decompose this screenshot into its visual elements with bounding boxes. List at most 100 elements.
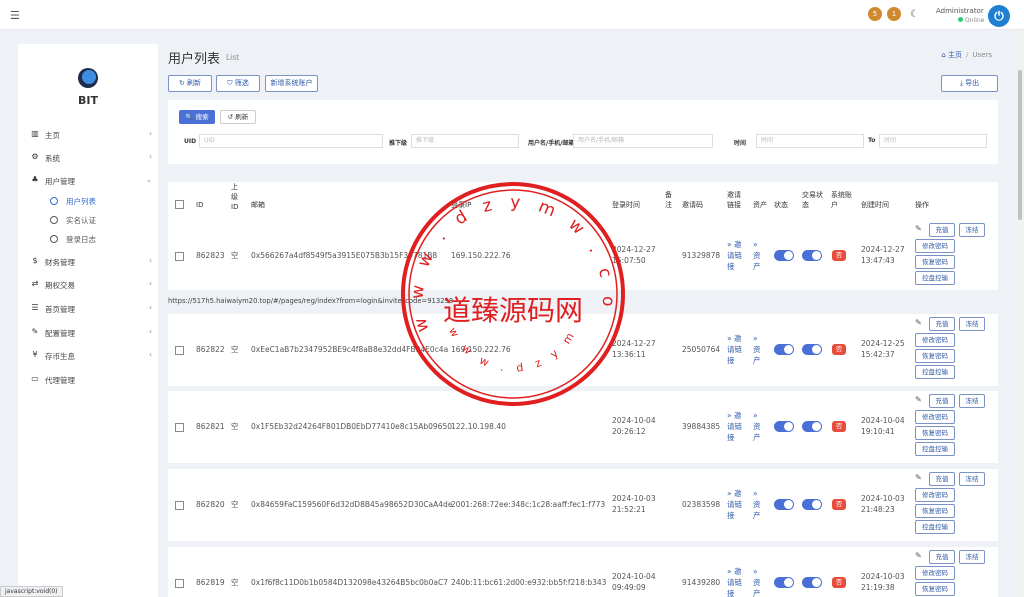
status-toggle[interactable] — [774, 344, 794, 355]
row-checkbox[interactable] — [175, 501, 184, 510]
edit-icon[interactable]: ✎ — [915, 224, 922, 233]
edit-icon[interactable]: ✎ — [915, 473, 922, 482]
time-from-input[interactable]: 时间 — [756, 134, 864, 148]
recharge-button[interactable]: 充值 — [929, 394, 955, 408]
status-toggle[interactable] — [774, 250, 794, 261]
change-password-button[interactable]: 修改密码 — [915, 566, 955, 580]
sidebar-item-users[interactable]: ♣ 用户管理 ⌄ — [30, 174, 154, 190]
col-parent-id: 上级ID — [231, 183, 239, 211]
trade-status-toggle[interactable] — [802, 421, 822, 432]
edit-icon[interactable]: ✎ — [915, 395, 922, 404]
assets-link[interactable]: » 资产 — [753, 410, 763, 443]
sidebar-subitem-user-list[interactable]: 用户列表 — [50, 196, 96, 207]
recharge-button[interactable]: 充值 — [929, 317, 955, 331]
cell-ip: 2001:268:72ee:348c:1c28:aaff:fec1:f773 — [451, 500, 606, 509]
trade-status-toggle[interactable] — [802, 499, 822, 510]
sidebar-item-agent[interactable]: ▭ 代理管理 — [30, 373, 154, 389]
sidebar-subitem-login-log[interactable]: 登录日志 — [50, 234, 96, 245]
select-all-checkbox[interactable] — [175, 200, 184, 209]
row-checkbox[interactable] — [175, 423, 184, 432]
recharge-button[interactable]: 充值 — [929, 472, 955, 486]
assets-link[interactable]: » 资产 — [753, 333, 763, 366]
cell-id: 862821 — [196, 422, 225, 431]
restore-password-button[interactable]: 恢复密码 — [915, 255, 955, 269]
cell-id: 862822 — [196, 345, 225, 354]
freeze-button[interactable]: 冻结 — [959, 394, 985, 408]
sidebar-item-config[interactable]: ✎ 配置管理 ‹ — [30, 326, 154, 342]
chevron-left-icon: ‹ — [149, 327, 152, 336]
row-checkbox[interactable] — [175, 252, 184, 261]
breadcrumb-home[interactable]: ⌂ 主页 — [941, 51, 962, 59]
online-status: Online — [958, 17, 984, 24]
chevron-left-icon: ‹ — [149, 279, 152, 288]
refresh-button[interactable]: ↻ 刷新 — [168, 75, 212, 92]
invite-link[interactable]: » 邀请链接 — [727, 410, 745, 443]
sidebar-item-system[interactable]: ⚙ 系统 ‹ — [30, 151, 154, 167]
time-to-input[interactable]: 时间 — [879, 134, 987, 148]
col-trade-status: 交易状态 — [802, 191, 823, 209]
status-toggle[interactable] — [774, 499, 794, 510]
recharge-button[interactable]: 充值 — [929, 223, 955, 237]
row-checkbox[interactable] — [175, 346, 184, 355]
page-scrollbar[interactable] — [1016, 30, 1024, 597]
control-button[interactable]: 控盘控输 — [915, 520, 955, 534]
message-badge[interactable]: 1 — [887, 7, 901, 21]
uid-input[interactable]: UID — [199, 134, 383, 148]
freeze-button[interactable]: 冻结 — [959, 223, 985, 237]
avatar[interactable]: ⏻ — [988, 5, 1010, 27]
filter-button[interactable]: ⛉ 筛选 — [216, 75, 260, 92]
sidebar-item-staking[interactable]: ¥ 存币生息 ‹ — [30, 349, 154, 365]
restore-password-button[interactable]: 恢复密码 — [915, 426, 955, 440]
sidebar-item-homepage[interactable]: ☰ 首页管理 ‹ — [30, 302, 154, 318]
col-id: ID — [196, 201, 204, 209]
search-button[interactable]: 🔍 搜索 — [179, 110, 215, 124]
assets-link[interactable]: » 资产 — [753, 488, 763, 521]
assets-link[interactable]: » 资产 — [753, 239, 763, 272]
sidebar-item-label: 期权交易 — [45, 281, 75, 290]
trade-status-toggle[interactable] — [802, 344, 822, 355]
user-input[interactable]: 用户名/手机/邮箱 — [573, 134, 713, 148]
trade-status-toggle[interactable] — [802, 577, 822, 588]
status-toggle[interactable] — [774, 577, 794, 588]
control-button[interactable]: 控盘控输 — [915, 271, 955, 285]
sidebar-item-options[interactable]: ⇄ 期权交易 ‹ — [30, 278, 154, 294]
scrollbar-thumb[interactable] — [1018, 70, 1022, 220]
invite-link[interactable]: » 邀请链接 — [727, 566, 745, 597]
add-account-button[interactable]: 新增系统账户 — [265, 75, 318, 92]
freeze-button[interactable]: 冻结 — [959, 550, 985, 564]
row-checkbox[interactable] — [175, 579, 184, 588]
invite-link[interactable]: » 邀请链接 — [727, 239, 745, 272]
control-button[interactable]: 控盘控输 — [915, 365, 955, 379]
trade-status-toggle[interactable] — [802, 250, 822, 261]
restore-password-button[interactable]: 恢复密码 — [915, 504, 955, 518]
restore-password-button[interactable]: 恢复密码 — [915, 349, 955, 363]
edit-icon[interactable]: ✎ — [915, 318, 922, 327]
invite-link[interactable]: » 邀请链接 — [727, 488, 745, 521]
cell-invite-code: 02383598 — [682, 500, 721, 509]
freeze-button[interactable]: 冻结 — [959, 472, 985, 486]
sidebar-item-home[interactable]: ▥ 主页 ‹ — [30, 128, 154, 144]
user-name[interactable]: Administrator — [936, 7, 984, 15]
notification-badge[interactable]: 5 — [868, 7, 882, 21]
change-password-button[interactable]: 修改密码 — [915, 333, 955, 347]
reset-button[interactable]: ↺ 刷新 — [220, 110, 256, 124]
change-password-button[interactable]: 修改密码 — [915, 488, 955, 502]
recharge-button[interactable]: 充值 — [929, 550, 955, 564]
restore-password-button[interactable]: 恢复密码 — [915, 582, 955, 596]
breadcrumb-home-label: 主页 — [948, 51, 963, 59]
invite-link[interactable]: » 邀请链接 — [727, 333, 745, 366]
assets-link[interactable]: » 资产 — [753, 566, 763, 597]
status-toggle[interactable] — [774, 421, 794, 432]
menu-icon[interactable]: ☰ — [10, 9, 20, 22]
change-password-button[interactable]: 修改密码 — [915, 239, 955, 253]
control-button[interactable]: 控盘控输 — [915, 442, 955, 456]
edit-icon[interactable]: ✎ — [915, 551, 922, 560]
sidebar-subitem-verify[interactable]: 实名认证 — [50, 215, 96, 226]
parent-input[interactable]: 推下级 — [411, 134, 519, 148]
sidebar-item-finance[interactable]: $ 财务管理 ‹ — [30, 255, 154, 271]
parent-label: 推下级 — [389, 140, 408, 147]
freeze-button[interactable]: 冻结 — [959, 317, 985, 331]
export-button[interactable]: ⤓ 导出 — [941, 75, 998, 92]
moon-icon[interactable]: ☾ — [910, 9, 919, 20]
change-password-button[interactable]: 修改密码 — [915, 410, 955, 424]
